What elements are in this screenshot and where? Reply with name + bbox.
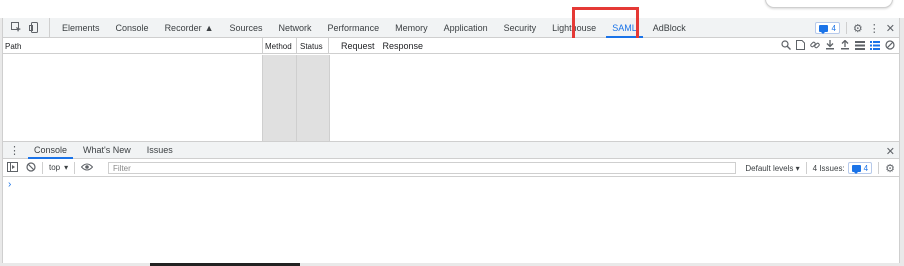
- drawer-tab-console[interactable]: Console: [26, 142, 75, 159]
- detail-tabs: Request Response: [341, 38, 423, 54]
- list-view-icon[interactable]: [870, 40, 880, 53]
- issues-badge[interactable]: 4: [815, 22, 840, 34]
- tab-performance[interactable]: Performance: [320, 18, 388, 37]
- message-icon: [819, 24, 829, 34]
- clear-console-icon[interactable]: [26, 161, 36, 174]
- browser-popup-card: [765, 0, 893, 8]
- drawer-tabbar: ⋮ Console What's New Issues ✕: [3, 141, 899, 159]
- drawer-tab-issues[interactable]: Issues: [139, 142, 181, 158]
- method-column-area: [262, 55, 296, 141]
- eye-icon[interactable]: [80, 163, 94, 173]
- log-levels-dropdown[interactable]: Default levels ▾: [745, 164, 799, 173]
- issues-badge-count: 4: [831, 23, 836, 33]
- dropdown-arrow-icon: ▾: [795, 163, 800, 173]
- divider: [845, 22, 847, 34]
- divider: [878, 162, 880, 174]
- document-icon[interactable]: [796, 39, 805, 53]
- close-drawer-icon[interactable]: ✕: [886, 142, 895, 160]
- devtools-window: Elements Console Recorder ▲ Sources Netwo…: [2, 7, 900, 263]
- column-divider: [296, 55, 297, 141]
- issues-count-badge: 4: [847, 162, 873, 174]
- devtools-tabbar: Elements Console Recorder ▲ Sources Netwo…: [3, 18, 899, 38]
- column-divider: [262, 55, 263, 141]
- sidebar-toggle-icon[interactable]: [7, 161, 18, 174]
- divider: [74, 161, 76, 174]
- console-prompt-icon: ›: [8, 179, 12, 190]
- upload-icon[interactable]: [840, 39, 850, 53]
- close-devtools-icon[interactable]: ✕: [886, 22, 895, 35]
- dropdown-arrow-icon: ▾: [64, 163, 69, 172]
- saml-toolbar: [781, 38, 895, 54]
- column-method[interactable]: Method: [262, 38, 296, 54]
- context-selector[interactable]: top ▾: [43, 163, 74, 172]
- console-output[interactable]: ›: [3, 177, 899, 263]
- clear-icon[interactable]: [885, 39, 895, 53]
- tab-sources[interactable]: Sources: [222, 18, 271, 37]
- issues-counter[interactable]: 4 Issues: 4: [805, 162, 873, 174]
- tab-security[interactable]: Security: [496, 18, 545, 37]
- status-column-area: [297, 55, 329, 141]
- link-icon[interactable]: [810, 40, 820, 53]
- download-icon[interactable]: [825, 39, 835, 53]
- saml-panel-header: Path Method Status Request Response: [3, 38, 899, 54]
- more-options-icon[interactable]: ⋮: [869, 22, 880, 35]
- tab-recorder-label: Recorder: [164, 22, 202, 33]
- tab-console[interactable]: Console: [108, 18, 157, 37]
- log-levels-label: Default levels: [745, 163, 794, 173]
- tab-elements[interactable]: Elements: [54, 18, 108, 37]
- tab-memory[interactable]: Memory: [387, 18, 436, 37]
- inspect-element-icon[interactable]: [9, 21, 23, 35]
- tab-response[interactable]: Response: [383, 41, 424, 51]
- drawer-menu-icon[interactable]: ⋮: [3, 144, 26, 157]
- drawer-tab-whats-new[interactable]: What's New: [75, 142, 139, 158]
- table-view-icon[interactable]: [855, 40, 865, 53]
- issues-label: 4 Issues:: [812, 163, 845, 173]
- tab-network[interactable]: Network: [271, 18, 320, 37]
- column-path[interactable]: Path: [5, 38, 21, 54]
- context-value: top: [49, 163, 61, 172]
- tabbar-right-controls: 4 ⚙ ⋮ ✕: [815, 18, 895, 38]
- console-filter-input[interactable]: Filter: [108, 162, 736, 174]
- tab-request[interactable]: Request: [341, 41, 375, 51]
- device-toolbar-icon[interactable]: [27, 21, 41, 35]
- tab-recorder[interactable]: Recorder ▲: [157, 18, 222, 37]
- search-icon[interactable]: [781, 39, 791, 53]
- saml-panel-body: [3, 55, 899, 141]
- message-icon: [851, 164, 861, 174]
- main-tabs: Elements Console Recorder ▲ Sources Netwo…: [49, 18, 694, 38]
- settings-gear-icon[interactable]: ⚙: [853, 22, 863, 35]
- column-divider: [329, 55, 330, 141]
- issues-count: 4: [863, 163, 869, 173]
- flask-icon: ▲: [204, 22, 214, 33]
- tab-adblock[interactable]: AdBlock: [645, 18, 694, 37]
- console-toolbar-right: Default levels ▾ 4 Issues: 4 ⚙: [745, 159, 895, 177]
- console-toolbar: top ▾ Filter Default levels ▾ 4 Issues: …: [3, 159, 899, 177]
- tab-saml[interactable]: SAML: [604, 18, 645, 38]
- tab-application[interactable]: Application: [436, 18, 496, 37]
- column-status[interactable]: Status: [296, 38, 329, 54]
- tab-lighthouse[interactable]: Lighthouse: [544, 18, 604, 37]
- console-settings-gear-icon[interactable]: ⚙: [885, 162, 895, 175]
